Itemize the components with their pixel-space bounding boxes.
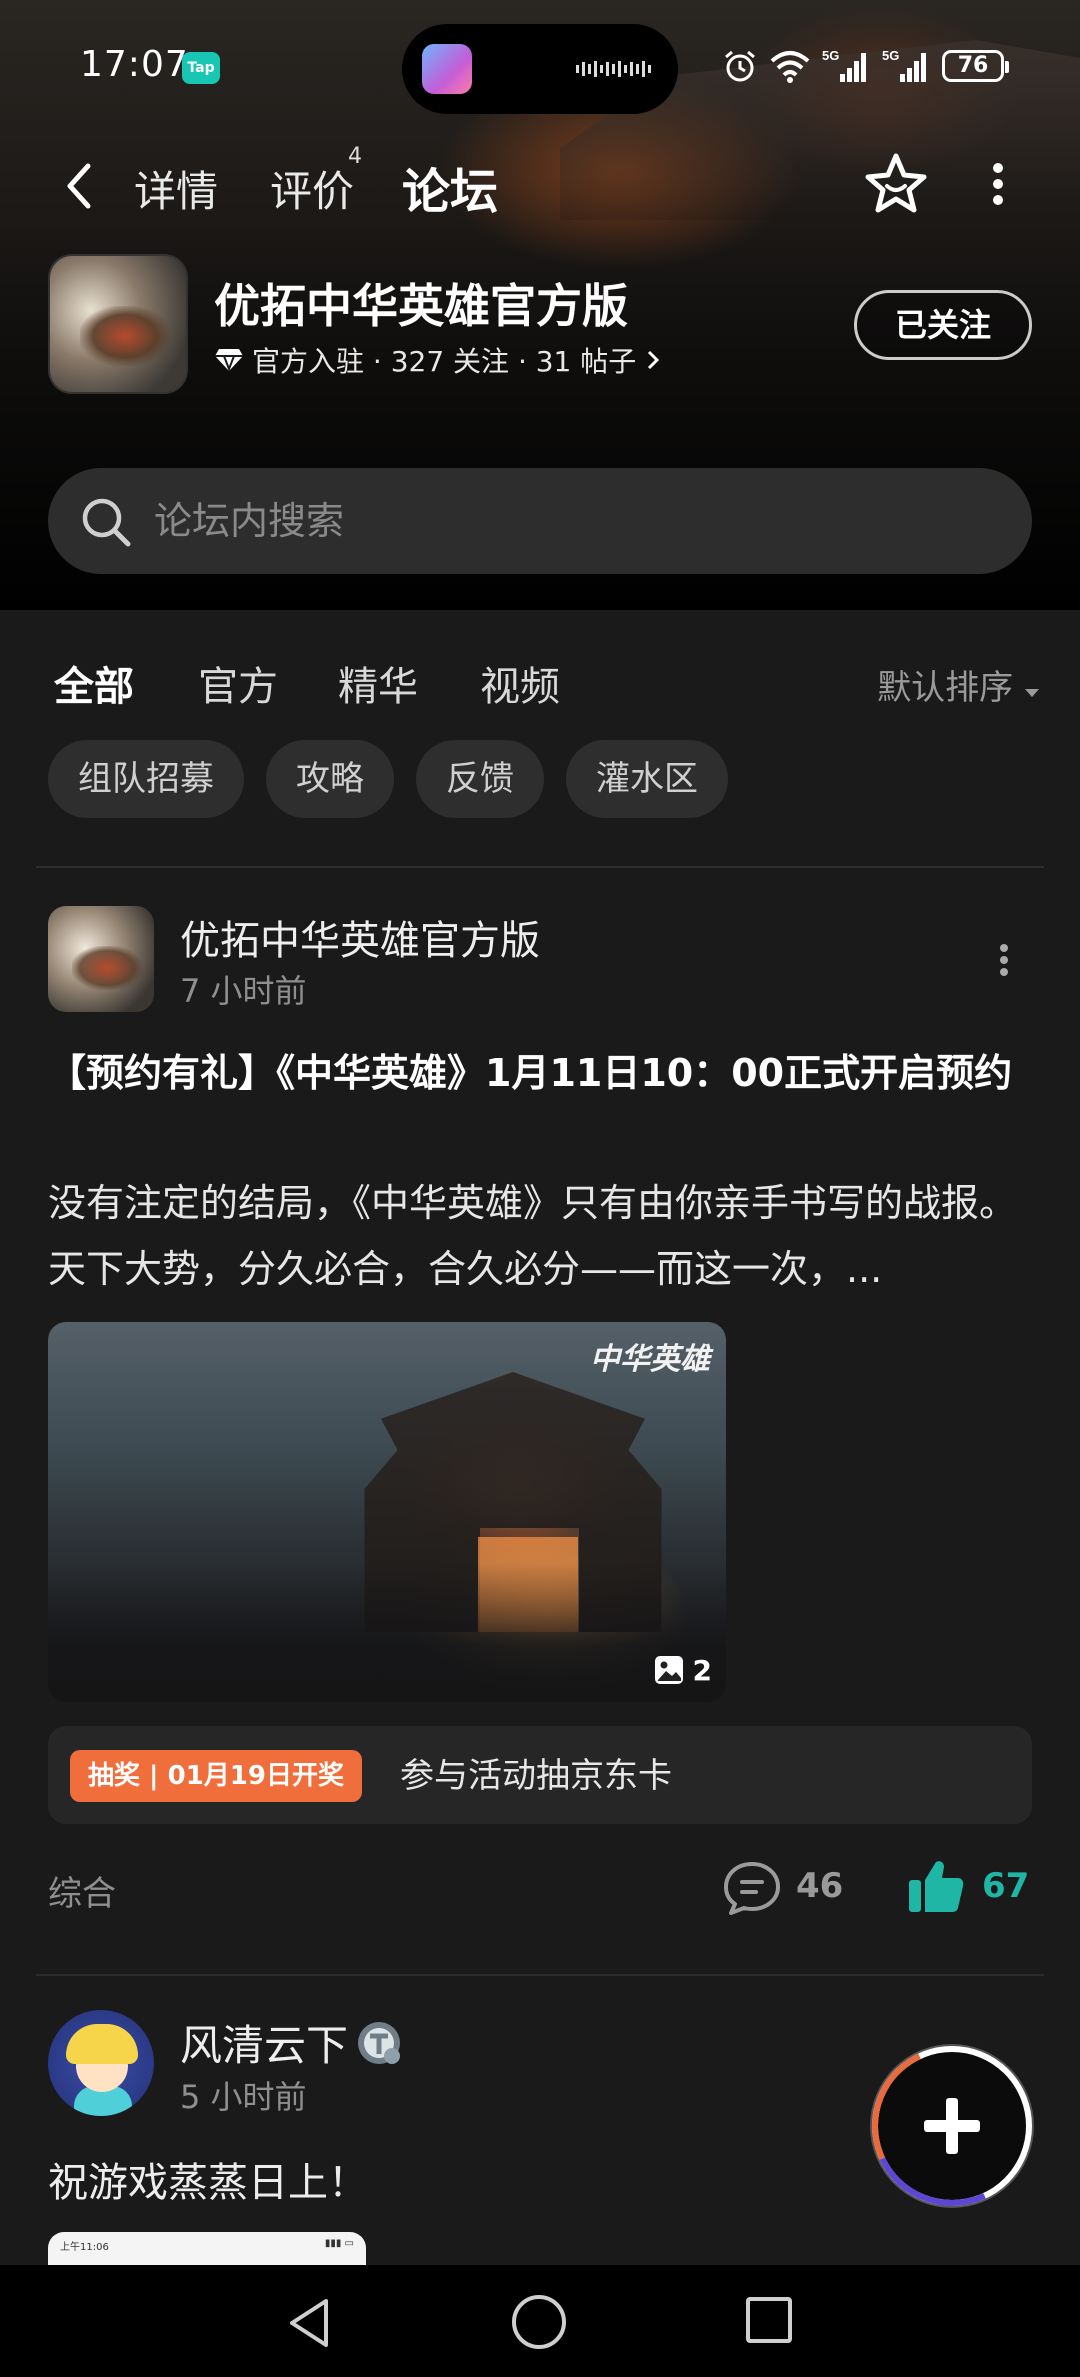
star-icon[interactable] (862, 150, 930, 218)
system-nav-bar (0, 2265, 1080, 2377)
post-author-avatar[interactable] (48, 906, 154, 1012)
lottery-banner[interactable]: 抽奖 | 01月19日开奖 参与活动抽京东卡 (48, 1726, 1032, 1824)
section-divider (36, 866, 1044, 868)
more-vertical-icon[interactable] (978, 154, 1018, 214)
verified-badge-icon (358, 2022, 400, 2064)
status-icons: 5G 5G 76 (722, 46, 1009, 86)
alarm-icon (725, 50, 755, 82)
image-crowd (48, 1562, 726, 1702)
user-avatar[interactable] (48, 2010, 154, 2116)
tab-forum-label: 论坛 (402, 164, 499, 220)
post-time: 7 小时前 (180, 972, 307, 1010)
review-count-badge: 4 (348, 144, 362, 169)
image-watermark: 中华英雄 (590, 1342, 710, 1377)
category-tab-all-label: 全部 (54, 664, 134, 710)
category-tab-video[interactable]: 视频 (480, 654, 560, 712)
post-category[interactable]: 综合 (48, 1866, 116, 1915)
taptap-app-icon: Tap (182, 52, 220, 84)
header-banner: 17:07 Tap 5G 5G 76 详情 评价 4 论坛 优拓中华英雄官方版 … (0, 0, 1080, 610)
caret-down-icon (1025, 689, 1039, 697)
post-more-icon[interactable] (992, 940, 1016, 980)
thumb-status-bar: 上午11:06 ▮▮▮ ▭ (48, 2238, 366, 2253)
forum-search-bar[interactable] (48, 468, 1032, 574)
new-post-button[interactable] (849, 2023, 1055, 2229)
post-body[interactable]: 没有注定的结局，《中华英雄》只有由你亲手书写的战报。天下大势，分久必合，合久必分… (48, 1170, 1038, 1302)
diamond-icon (215, 349, 243, 372)
category-tabs: 全部 官方 精华 视频 默认排序 (0, 640, 1080, 720)
wifi-icon (770, 51, 810, 83)
post2-time: 5 小时前 (180, 2078, 307, 2116)
avatar-hair (66, 2024, 138, 2064)
post2-image[interactable]: 上午11:06 ▮▮▮ ▭ (48, 2232, 366, 2265)
game-app-icon (48, 254, 188, 394)
chip-chat[interactable]: 灌水区 (566, 740, 728, 818)
tab-review-label: 评价 (270, 167, 355, 216)
post-title[interactable]: 【预约有礼】《中华英雄》1月11日10：00正式开启预约 (48, 1040, 1038, 1106)
system-home-icon[interactable] (512, 2295, 566, 2349)
comment-count: 46 (796, 1866, 844, 1906)
signal-5g-icon: 5G (822, 48, 866, 82)
post2-author-name[interactable]: 风清云下 (180, 2012, 348, 2073)
sort-label: 默认排序 (877, 668, 1014, 708)
search-input[interactable] (154, 468, 974, 574)
post-divider (36, 1974, 1044, 1976)
music-app-icon (422, 44, 472, 94)
category-tab-official[interactable]: 官方 (198, 654, 278, 712)
tab-detail[interactable]: 详情 (134, 158, 218, 219)
tab-review[interactable]: 评价 4 (270, 144, 362, 219)
comment-icon[interactable] (722, 1860, 782, 1916)
game-title: 优拓中华英雄官方版 (214, 279, 628, 333)
game-meta-text: 官方入驻 · 327 关注 · 31 帖子 (252, 345, 637, 378)
back-icon[interactable] (56, 160, 104, 212)
signal-5g-icon-2: 5G (882, 48, 926, 82)
chip-team-recruit[interactable]: 组队招募 (48, 740, 244, 818)
forum-feed[interactable]: 全部 官方 精华 视频 默认排序 组队招募 攻略 反馈 灌水区 优拓中华英雄官方… (0, 610, 1080, 2265)
status-time: 17:07 (80, 44, 189, 85)
chip-feedback[interactable]: 反馈 (416, 740, 544, 818)
image-count-badge: 2 (653, 1650, 712, 1690)
network-label-1: 5G (822, 48, 839, 63)
category-tab-all[interactable]: 全部 (54, 654, 134, 712)
system-recents-icon[interactable] (746, 2297, 792, 2343)
plus-icon-vertical (946, 2098, 958, 2154)
chip-guide[interactable]: 攻略 (266, 740, 394, 818)
top-nav: 详情 评价 4 论坛 (0, 140, 1080, 230)
tab-forum[interactable]: 论坛 (402, 152, 499, 226)
search-icon (82, 498, 131, 547)
battery-icon: 76 (942, 50, 1009, 82)
thumb-status-time: 上午11:06 (60, 2242, 109, 2253)
image-count: 2 (692, 1653, 712, 1687)
category-tab-featured[interactable]: 精华 (338, 654, 418, 712)
sort-dropdown[interactable]: 默认排序 (877, 660, 1040, 709)
like-count: 67 (982, 1866, 1030, 1906)
image-gallery-icon (654, 1656, 683, 1684)
dynamic-island[interactable] (402, 24, 678, 114)
chevron-right-icon (648, 350, 660, 370)
post2-body[interactable]: 祝游戏蒸蒸日上！ (48, 2150, 368, 2208)
follow-button[interactable]: 已关注 (854, 290, 1032, 360)
post-author-name[interactable]: 优拓中华英雄官方版 (180, 908, 540, 966)
audio-wave-icon (576, 61, 651, 77)
game-meta[interactable]: 官方入驻 · 327 关注 · 31 帖子 (214, 340, 662, 380)
lottery-badge: 抽奖 | 01月19日开奖 (70, 1750, 362, 1802)
system-back-icon[interactable] (282, 2295, 338, 2351)
status-bar: 17:07 Tap 5G 5G 76 (0, 0, 1080, 140)
lottery-text: 参与活动抽京东卡 (400, 1756, 672, 1796)
thumbs-up-icon[interactable] (906, 1856, 966, 1916)
network-label-2: 5G (882, 48, 899, 63)
thumb-status-icons: ▮▮▮ ▭ (324, 2238, 354, 2249)
topic-chips: 组队招募 攻略 反馈 灌水区 (48, 740, 728, 818)
post-image[interactable]: 中华英雄 2 (48, 1322, 726, 1702)
